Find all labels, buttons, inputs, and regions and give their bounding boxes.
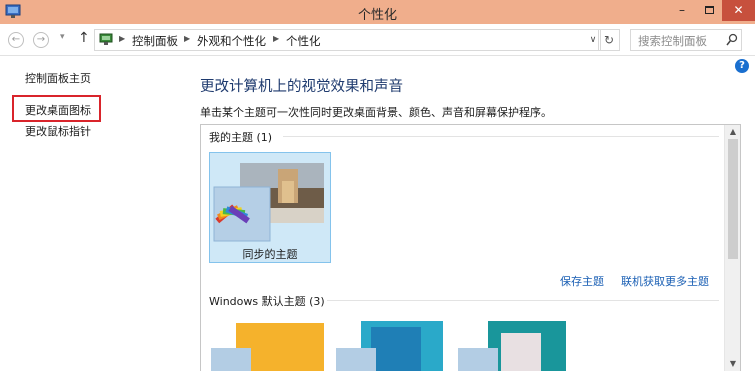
maximize-icon xyxy=(704,6,714,14)
back-arrow-icon[interactable]: ← xyxy=(8,32,24,48)
breadcrumb-separator-icon[interactable]: ▶ xyxy=(119,34,125,43)
control-panel-icon xyxy=(99,33,113,45)
window-title: 个性化 xyxy=(357,8,397,23)
help-icon[interactable]: ? xyxy=(735,59,749,73)
theme-preview-image xyxy=(213,163,324,242)
page-title: 更改计算机上的视觉效果和声音 xyxy=(200,79,403,95)
theme-name: 同步的主题 xyxy=(242,248,298,261)
close-button[interactable]: ✕ xyxy=(722,0,755,21)
group-divider xyxy=(327,300,719,301)
sidebar-item-change-mouse-pointers[interactable]: 更改鼠标指针 xyxy=(25,123,91,139)
scroll-thumb[interactable] xyxy=(728,139,738,259)
scroll-down-icon[interactable]: ▼ xyxy=(725,359,740,368)
my-themes-header: 我的主题 (1) xyxy=(209,131,273,144)
breadcrumb-appearance[interactable]: 外观和个性化 xyxy=(197,33,266,49)
default-theme-previews[interactable] xyxy=(201,313,601,371)
forward-arrow-icon[interactable]: → xyxy=(33,32,49,48)
address-bar: ← → ▾ ↑ ▶ 控制面板 ▶ 外观和个性化 ▶ 个性化 ∨ ↻ 搜索控制面板 xyxy=(0,24,755,56)
search-placeholder: 搜索控制面板 xyxy=(638,34,707,48)
search-icon[interactable] xyxy=(726,33,738,47)
recent-locations-icon[interactable]: ▾ xyxy=(60,32,65,42)
minimize-button[interactable]: – xyxy=(669,0,695,21)
breadcrumb-separator-icon[interactable]: ▶ xyxy=(184,34,190,43)
sidebar-item-change-desktop-icons[interactable]: 更改桌面图标 xyxy=(25,102,91,118)
up-arrow-icon[interactable]: ↑ xyxy=(78,30,90,46)
get-more-themes-online-link[interactable]: 联机获取更多主题 xyxy=(621,273,709,289)
theme-tile-synced[interactable]: 同步的主题 xyxy=(209,152,331,263)
save-theme-link[interactable]: 保存主题 xyxy=(560,273,604,289)
refresh-icon[interactable]: ↻ xyxy=(598,29,620,51)
title-bar: 个性化 – ✕ xyxy=(0,0,755,24)
breadcrumb-control-panel[interactable]: 控制面板 xyxy=(132,33,178,49)
default-themes-header: Windows 默认主题 (3) xyxy=(209,295,325,308)
breadcrumb-separator-icon[interactable]: ▶ xyxy=(273,34,279,43)
maximize-button[interactable] xyxy=(696,0,722,21)
scroll-up-icon[interactable]: ▲ xyxy=(725,127,740,136)
theme-list[interactable]: 我的主题 (1) 同步的主题 保存主题 联机获取更多主题 Windows 默认主… xyxy=(200,124,741,371)
group-divider xyxy=(283,136,719,137)
sidebar-item-control-panel-home[interactable]: 控制面板主页 xyxy=(25,70,91,86)
vertical-scrollbar[interactable]: ▲ ▼ xyxy=(724,125,740,371)
search-input[interactable]: 搜索控制面板 xyxy=(630,29,742,51)
page-description: 单击某个主题可一次性同时更改桌面背景、颜色、声音和屏幕保护程序。 xyxy=(200,106,552,119)
breadcrumb[interactable]: ▶ 控制面板 ▶ 外观和个性化 ▶ 个性化 xyxy=(94,29,601,51)
breadcrumb-personalization[interactable]: 个性化 xyxy=(286,33,321,49)
